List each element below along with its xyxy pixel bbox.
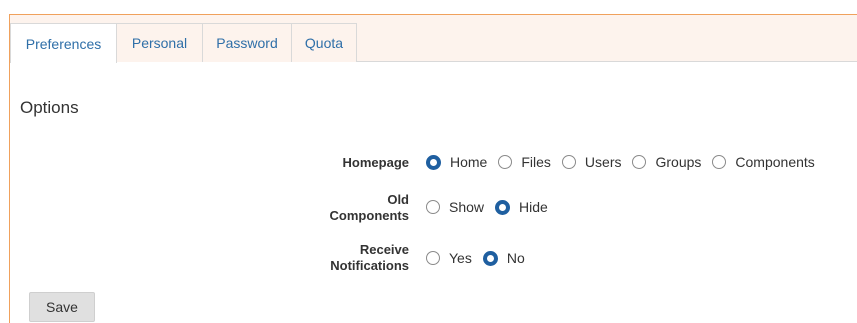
homepage-option-components[interactable]: Components bbox=[712, 154, 815, 170]
receive-notifications-radio-group: Yes No bbox=[426, 250, 536, 266]
radio-checked-icon[interactable] bbox=[426, 154, 441, 170]
receive-notifications-label: Receive Notifications bbox=[330, 242, 409, 273]
settings-panel: Preferences Personal Password Quota Opti… bbox=[9, 14, 857, 323]
radio-unchecked-icon[interactable] bbox=[498, 155, 513, 169]
homepage-radio-group: Home Files Users Groups Components bbox=[426, 154, 826, 170]
radio-unchecked-icon[interactable] bbox=[632, 155, 647, 169]
tab-quota[interactable]: Quota bbox=[291, 23, 357, 62]
homepage-option-files[interactable]: Files bbox=[498, 154, 551, 170]
radio-unchecked-icon[interactable] bbox=[426, 251, 440, 265]
radio-unchecked-icon[interactable] bbox=[712, 155, 727, 169]
old-components-label: Old Components bbox=[329, 192, 409, 223]
homepage-label: Homepage bbox=[342, 155, 409, 170]
tab-bar: Preferences Personal Password Quota bbox=[10, 15, 857, 63]
radio-unchecked-icon[interactable] bbox=[426, 200, 440, 214]
radio-unchecked-icon[interactable] bbox=[561, 155, 576, 169]
save-button[interactable]: Save bbox=[29, 292, 95, 322]
section-title: Options bbox=[20, 98, 79, 117]
radio-checked-icon[interactable] bbox=[482, 250, 498, 266]
notifications-option-no[interactable]: No bbox=[482, 250, 525, 266]
tab-password[interactable]: Password bbox=[202, 23, 292, 62]
tab-preferences[interactable]: Preferences bbox=[10, 23, 117, 63]
tab-personal[interactable]: Personal bbox=[116, 23, 203, 62]
notifications-option-yes[interactable]: Yes bbox=[426, 250, 472, 266]
old-components-radio-group: Show Hide bbox=[426, 199, 559, 215]
homepage-option-users[interactable]: Users bbox=[561, 154, 621, 170]
homepage-option-home[interactable]: Home bbox=[426, 154, 487, 170]
old-components-option-show[interactable]: Show bbox=[426, 199, 484, 215]
old-components-option-hide[interactable]: Hide bbox=[495, 199, 548, 215]
homepage-option-groups[interactable]: Groups bbox=[632, 154, 701, 170]
radio-checked-icon[interactable] bbox=[495, 199, 511, 215]
